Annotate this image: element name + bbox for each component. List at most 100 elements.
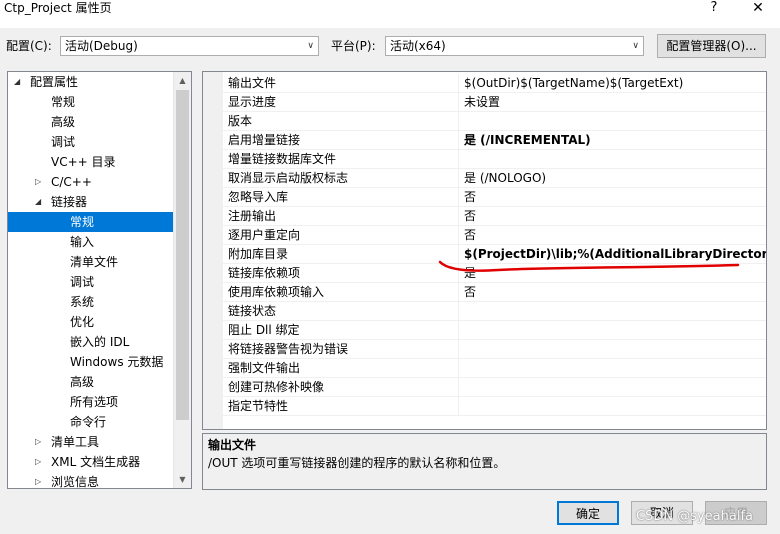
column-divider [458, 93, 459, 112]
expand-arrow-icon[interactable]: ▷ [35, 172, 41, 192]
tree-item[interactable]: 输入 [8, 232, 173, 252]
config-dropdown[interactable]: 活动(Debug) ∨ [60, 36, 319, 56]
tree-item-label: 输入 [70, 235, 95, 249]
tree-item[interactable]: ▷ 浏览信息 [8, 472, 173, 489]
tree-item[interactable]: ▷ 清单工具 [8, 432, 173, 452]
property-row[interactable]: 指定节特性 [223, 397, 766, 416]
tree-item-label: 常规 [51, 95, 76, 109]
column-divider [458, 74, 459, 93]
property-row[interactable]: 链接状态 [223, 302, 766, 321]
tree-item[interactable]: ◢ 链接器 [8, 192, 173, 212]
property-row[interactable]: 版本 [223, 112, 766, 131]
property-row[interactable]: 注册输出 否 [223, 207, 766, 226]
property-row[interactable]: 启用增量链接 是 (/INCREMENTAL) [223, 131, 766, 150]
tree-scrollbar[interactable]: ▲ ▼ [173, 72, 191, 488]
watermark: CSDN @syeahalfa [636, 509, 753, 524]
property-row[interactable]: 使用库依赖项输入 否 [223, 283, 766, 302]
tree-item-label: 浏览信息 [51, 475, 100, 489]
tree-item[interactable]: 高级 [8, 112, 173, 132]
property-row[interactable]: 输出文件 $(OutDir)$(TargetName)$(TargetExt) [223, 74, 766, 93]
collapse-arrow-icon[interactable]: ◢ [35, 192, 41, 212]
tree-item[interactable]: Windows 元数据 [8, 352, 173, 372]
tree-item-label: 高级 [51, 115, 76, 129]
tree-item-label: 清单文件 [70, 255, 119, 269]
property-name: 创建可热修补映像 [228, 380, 325, 394]
property-row[interactable]: 创建可热修补映像 [223, 378, 766, 397]
property-name: 增量链接数据库文件 [228, 152, 337, 166]
property-row[interactable]: 将链接器警告视为错误 [223, 340, 766, 359]
property-grid[interactable]: 输出文件 $(OutDir)$(TargetName)$(TargetExt) 显示… [202, 71, 767, 430]
ok-button[interactable]: 确定 [557, 501, 619, 525]
property-row[interactable]: 取消显示启动版权标志 是 (/NOLOGO) [223, 169, 766, 188]
red-underline-annotation [438, 260, 740, 272]
property-value[interactable]: 未设置 [464, 93, 500, 111]
tree-item[interactable]: VC++ 目录 [8, 152, 173, 172]
tree-item-label: 命令行 [70, 415, 107, 429]
property-tree[interactable]: ◢ 配置属性 常规 高级 调试 VC++ 目录 ▷ C/C++ ◢ 链接器 常规 输入 清单文件 调试 系统… [7, 71, 192, 489]
tree-item[interactable]: 命令行 [8, 412, 173, 432]
tree-item[interactable]: 调试 [8, 272, 173, 292]
tree-item[interactable]: 常规 [8, 212, 173, 232]
column-divider [458, 150, 459, 169]
expand-arrow-icon[interactable]: ▷ [35, 432, 41, 452]
tree-item-label: 常规 [70, 215, 95, 229]
collapse-arrow-icon[interactable]: ◢ [14, 72, 20, 92]
config-manager-button[interactable]: 配置管理器(O)... [657, 34, 766, 58]
property-value[interactable]: 否 [464, 283, 476, 301]
tree-item-label: 高级 [70, 375, 95, 389]
tree-item[interactable]: 嵌入的 IDL [8, 332, 173, 352]
column-divider [458, 321, 459, 340]
property-row[interactable]: 强制文件输出 [223, 359, 766, 378]
tree-item[interactable]: ▷ C/C++ [8, 172, 173, 192]
property-name: 版本 [228, 114, 253, 128]
tree-item[interactable]: 高级 [8, 372, 173, 392]
tree-item[interactable]: 清单文件 [8, 252, 173, 272]
column-divider [458, 207, 459, 226]
column-divider [458, 359, 459, 378]
property-name: 输出文件 [228, 76, 277, 90]
tree-item-label: C/C++ [51, 175, 92, 189]
property-row[interactable]: 阻止 Dll 绑定 [223, 321, 766, 340]
property-name: 忽略导入库 [228, 190, 289, 204]
window-title: Ctp_Project 属性页 [4, 1, 112, 15]
tree-item-label: 调试 [51, 135, 76, 149]
property-name: 链接状态 [228, 304, 277, 318]
platform-label: 平台(P): [331, 39, 376, 53]
chevron-down-icon: ∨ [307, 41, 314, 51]
help-button[interactable]: ? [692, 0, 736, 20]
column-divider [458, 226, 459, 245]
tree-item-label: Windows 元数据 [70, 355, 164, 369]
property-name: 启用增量链接 [228, 133, 301, 147]
scroll-up-icon[interactable]: ▲ [174, 72, 191, 89]
property-value[interactable]: $(OutDir)$(TargetName)$(TargetExt) [464, 74, 683, 92]
tree-item[interactable]: 调试 [8, 132, 173, 152]
property-value[interactable]: 否 [464, 188, 476, 206]
expand-arrow-icon[interactable]: ▷ [35, 452, 41, 472]
property-value[interactable]: 否 [464, 207, 476, 225]
property-row[interactable]: 显示进度 未设置 [223, 93, 766, 112]
tree-item[interactable]: ▷ XML 文档生成器 [8, 452, 173, 472]
property-row[interactable]: 增量链接数据库文件 [223, 150, 766, 169]
property-row[interactable]: 忽略导入库 否 [223, 188, 766, 207]
property-value[interactable]: 是 (/INCREMENTAL) [464, 131, 591, 149]
tree-item[interactable]: 所有选项 [8, 392, 173, 412]
property-value[interactable]: 是 (/NOLOGO) [464, 169, 546, 187]
scroll-down-icon[interactable]: ▼ [174, 471, 191, 488]
tree-item[interactable]: 系统 [8, 292, 173, 312]
tree-item-label: 所有选项 [70, 395, 119, 409]
scroll-thumb[interactable] [176, 90, 189, 420]
property-row[interactable]: 逐用户重定向 否 [223, 226, 766, 245]
tree-item[interactable]: ◢ 配置属性 [8, 72, 173, 92]
tree-item[interactable]: 常规 [8, 92, 173, 112]
expand-arrow-icon[interactable]: ▷ [35, 472, 41, 488]
description-body: /OUT 选项可重写链接器创建的程序的默认名称和位置。 [208, 456, 506, 470]
platform-dropdown[interactable]: 活动(x64) ∨ [385, 36, 644, 56]
property-name: 取消显示启动版权标志 [228, 171, 349, 185]
tree-item[interactable]: 优化 [8, 312, 173, 332]
property-name: 链接库依赖项 [228, 266, 301, 280]
property-value[interactable]: 否 [464, 226, 476, 244]
column-divider [458, 131, 459, 150]
tree-item-label: 嵌入的 IDL [70, 335, 130, 349]
tree-item-label: 优化 [70, 315, 95, 329]
close-button[interactable]: ✕ [736, 0, 780, 20]
